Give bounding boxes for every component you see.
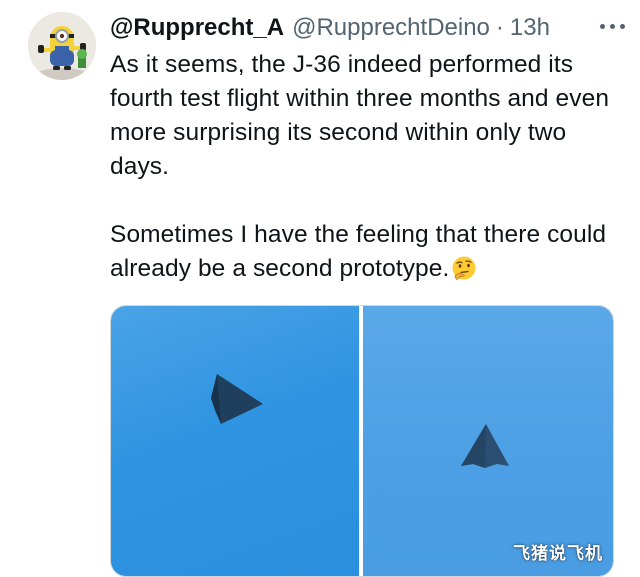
aircraft-silhouette-icon xyxy=(461,424,509,468)
tweet-text: As it seems, the J-36 indeed performed i… xyxy=(110,48,625,286)
aircraft-silhouette-icon xyxy=(211,374,263,424)
tweet-timestamp[interactable]: 13h xyxy=(510,12,550,44)
media-grid: 飞猪说飞机 xyxy=(110,305,614,577)
author-handle[interactable]: @RupprechtDeino xyxy=(292,12,490,44)
separator-dot: · xyxy=(495,14,504,41)
tweet: @Rupprecht_A @RupprechtDeino · 13h As it… xyxy=(0,0,640,577)
watermark: 飞猪说飞机 xyxy=(513,544,603,564)
author-display-name[interactable]: @Rupprecht_A xyxy=(110,12,284,44)
tweet-paragraph-2-text: Sometimes I have the feeling that there … xyxy=(110,221,607,282)
tweet-header: @Rupprecht_A @RupprechtDeino · 13h xyxy=(110,12,630,44)
thinking-face-icon xyxy=(452,256,476,280)
tweet-paragraph-2: Sometimes I have the feeling that there … xyxy=(110,218,625,286)
photo-2[interactable]: 飞猪说飞机 xyxy=(363,306,613,576)
tweet-paragraph-1: As it seems, the J-36 indeed performed i… xyxy=(110,51,610,180)
photo-1[interactable] xyxy=(111,306,359,576)
minion-avatar-icon xyxy=(28,12,96,80)
avatar[interactable] xyxy=(28,12,96,80)
more-horizontal-icon[interactable] xyxy=(600,22,626,32)
